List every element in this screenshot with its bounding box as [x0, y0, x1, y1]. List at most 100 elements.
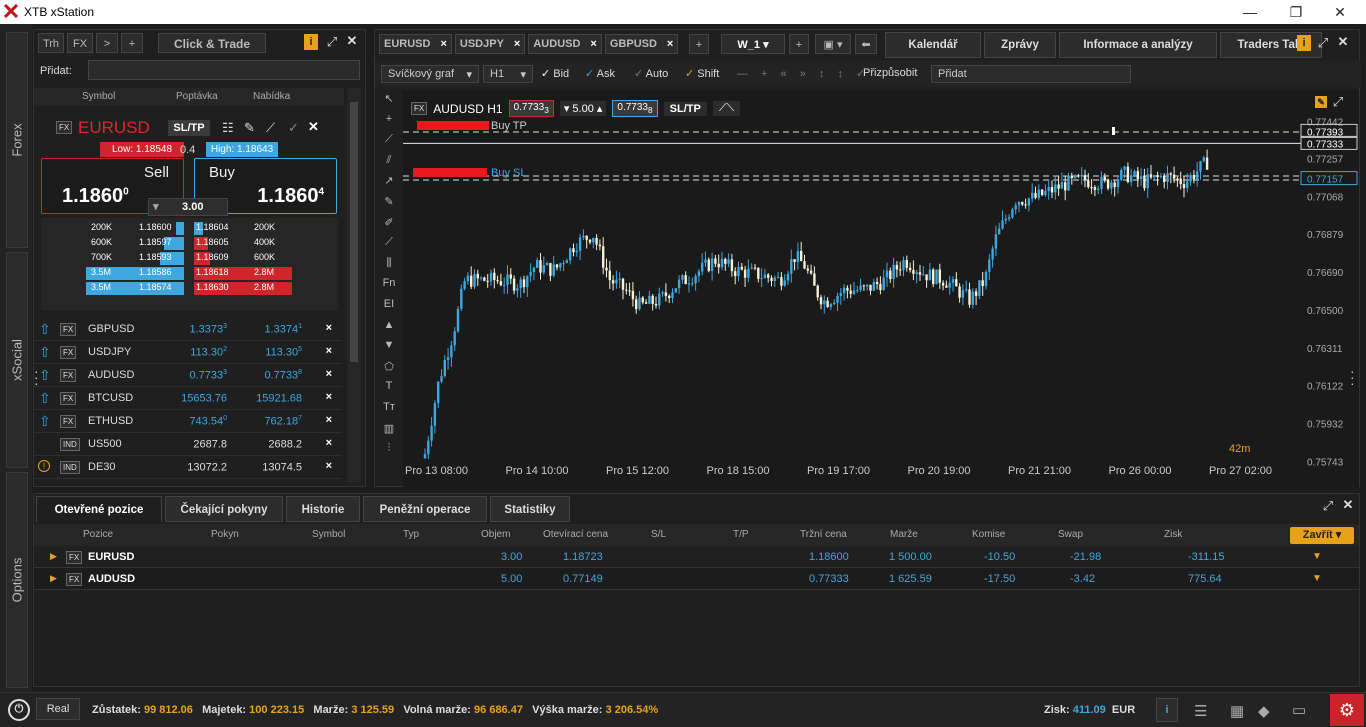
close-tab-icon[interactable]: ×	[440, 34, 446, 54]
close-panel-icon[interactable]: ✕	[1340, 497, 1356, 513]
remove-icon[interactable]: ×	[326, 460, 332, 472]
col-header[interactable]: Swap	[1058, 529, 1083, 540]
tab-market[interactable]: Trh	[38, 33, 64, 53]
add-symbol-input[interactable]	[88, 60, 360, 80]
watch-ask[interactable]: 13074.5	[262, 461, 302, 474]
text-size-icon[interactable]: Tт	[379, 401, 399, 413]
close-panel-icon[interactable]: ✕	[1335, 34, 1351, 50]
close-all-button[interactable]: Zavřít ▾	[1290, 527, 1354, 544]
calendar-icon[interactable]: ▭	[1292, 701, 1306, 719]
indicator-input[interactable]: Přidat	[931, 65, 1131, 83]
watch-ask[interactable]: 0.77338	[264, 369, 302, 382]
popout-icon[interactable]: ⤢	[1320, 498, 1336, 514]
position-row[interactable]: ▶ FX EURUSD 3.00 1.18723 1.18600 1 500.00 -10.5…	[34, 546, 1359, 568]
trash-icon[interactable]: ▥	[379, 422, 399, 435]
settings-icon[interactable]: ⚙	[1330, 694, 1364, 726]
watch-bid[interactable]: 0.77333	[189, 369, 227, 382]
watch-bid[interactable]: 743.540	[189, 415, 227, 428]
col-header[interactable]: Tržní cena	[800, 529, 847, 540]
watch-bid[interactable]: 15653.76	[181, 392, 227, 405]
pencil-icon[interactable]: ✎	[379, 195, 399, 208]
expand-icon[interactable]: ▶	[50, 551, 57, 562]
resize-handle-right[interactable]: · · ·	[1350, 364, 1355, 390]
watch-ask[interactable]: 1.33741	[264, 323, 302, 336]
chart-edit-icon[interactable]: ✎	[1315, 96, 1327, 108]
watch-bid[interactable]: 1.33733	[189, 323, 227, 336]
side-tab-options[interactable]: Options	[6, 472, 28, 688]
col-header[interactable]: Pokyn	[211, 529, 239, 540]
resize-handle-left[interactable]: · · ·	[34, 364, 39, 390]
fan-icon[interactable]: ⟋	[379, 236, 399, 249]
nav-tab-0[interactable]: Kalendář	[885, 32, 981, 58]
col-header[interactable]: S/L	[651, 529, 666, 540]
popout-icon[interactable]: ⤢	[1315, 35, 1331, 51]
remove-icon[interactable]: ×	[326, 391, 332, 403]
watch-ask[interactable]: 113.305	[265, 346, 302, 359]
close-window-button[interactable]: ✕	[1320, 2, 1360, 22]
close-tab-icon[interactable]: ×	[667, 34, 673, 54]
col-header[interactable]: Otevírací cena	[543, 529, 608, 540]
row-menu-icon[interactable]: ▼	[1312, 551, 1322, 562]
watch-ask[interactable]: 15921.68	[256, 392, 302, 405]
info-icon[interactable]: i	[1297, 35, 1311, 51]
watch-bid[interactable]: 2687.8	[193, 438, 227, 451]
col-header[interactable]: T/P	[733, 529, 749, 540]
watch-ask[interactable]: 2688.2	[268, 438, 302, 451]
chart-volume[interactable]: ▾ 5.00 ▴	[559, 101, 607, 116]
nav-tab-1[interactable]: Zprávy	[984, 32, 1056, 58]
remove-icon[interactable]: ×	[326, 368, 332, 380]
expand-icon[interactable]: ▶	[50, 573, 57, 584]
watchlist-row[interactable]: ⇧ FX USDJPY 113.302 113.305 ×	[34, 341, 342, 364]
line-icon[interactable]: ⟋	[379, 133, 399, 146]
symbol-tab-eurusd[interactable]: EURUSD ×	[379, 34, 452, 54]
check-icon[interactable]: ✓	[288, 120, 299, 136]
chart-popout-icon[interactable]: ⤢	[1331, 94, 1345, 110]
watch-bid[interactable]: 13072.2	[187, 461, 227, 474]
instrument-symbol[interactable]: EURUSD	[78, 118, 150, 138]
chart-type-select[interactable]: Svíčkový graf ▾	[381, 65, 479, 83]
sl-marker[interactable]	[413, 168, 487, 177]
ask-toggle[interactable]: ✓ Ask	[585, 67, 615, 80]
col-header[interactable]: Objem	[481, 529, 510, 540]
grid-icon[interactable]: ▦	[1230, 702, 1244, 720]
chart-sltp-button[interactable]: SL/TP	[663, 101, 707, 116]
trend-icon[interactable]: ↗	[379, 174, 399, 187]
shapes-icon[interactable]: ⬠	[379, 360, 399, 373]
close-tab-icon[interactable]: ×	[514, 34, 520, 54]
minimize-button[interactable]: —	[1230, 2, 1270, 22]
arrow-down-icon[interactable]: ▼	[379, 339, 399, 351]
maximize-button[interactable]: ❐	[1276, 2, 1316, 22]
timeframe-select[interactable]: H1 ▾	[483, 65, 533, 83]
chart-icon[interactable]: ⟋	[266, 120, 275, 136]
col-header[interactable]: Marže	[890, 529, 918, 540]
bid-toggle[interactable]: ✓ Bid	[541, 67, 569, 80]
col-header[interactable]: Pozice	[83, 529, 113, 540]
position-row[interactable]: ▶ FX AUDUSD 5.00 0.77149 0.77333 1 625.59 -17.5…	[34, 568, 1359, 590]
close-instrument-icon[interactable]: ✕	[308, 119, 319, 135]
cursor-icon[interactable]: ↖	[379, 92, 399, 105]
col-header[interactable]: Symbol	[312, 529, 345, 540]
volume-stepper[interactable]: ▾ 3.00	[148, 198, 228, 216]
col-header[interactable]: Typ	[403, 529, 419, 540]
chart-buy-price[interactable]: 0.77338	[612, 100, 658, 117]
watchlist-row[interactable]: IND US500 2687.8 2688.2 ×	[34, 433, 342, 456]
side-tab-forex[interactable]: Forex	[6, 32, 28, 248]
fit-button[interactable]: Přizpůsobit	[863, 67, 917, 79]
remove-icon[interactable]: ×	[326, 345, 332, 357]
power-icon[interactable]: ⏻	[8, 699, 30, 721]
arrow-up-icon[interactable]: ▲	[379, 319, 399, 331]
chart-indicator-icon[interactable]: ⟋⟍	[712, 101, 741, 116]
layout-icon[interactable]: ☰	[1194, 702, 1207, 720]
row-menu-icon[interactable]: ▼	[1312, 573, 1322, 584]
tab-next[interactable]: >	[96, 33, 118, 53]
auto-toggle[interactable]: ✓ Auto	[634, 67, 668, 80]
depth-icon[interactable]: ☷	[222, 120, 234, 136]
channel-icon[interactable]: ⫽	[379, 154, 399, 167]
tp-marker[interactable]	[417, 121, 489, 130]
tab-fx[interactable]: FX	[67, 33, 93, 53]
price-chart[interactable]: 0.774420.773930.773330.772570.771570.770…	[403, 90, 1359, 488]
remove-icon[interactable]: ×	[326, 437, 332, 449]
add-workspace[interactable]: +	[789, 34, 809, 54]
watchlist-row[interactable]: ⇧ FX BTCUSD 15653.76 15921.68 ×	[34, 387, 342, 410]
sltp-button[interactable]: SL/TP	[168, 120, 210, 136]
